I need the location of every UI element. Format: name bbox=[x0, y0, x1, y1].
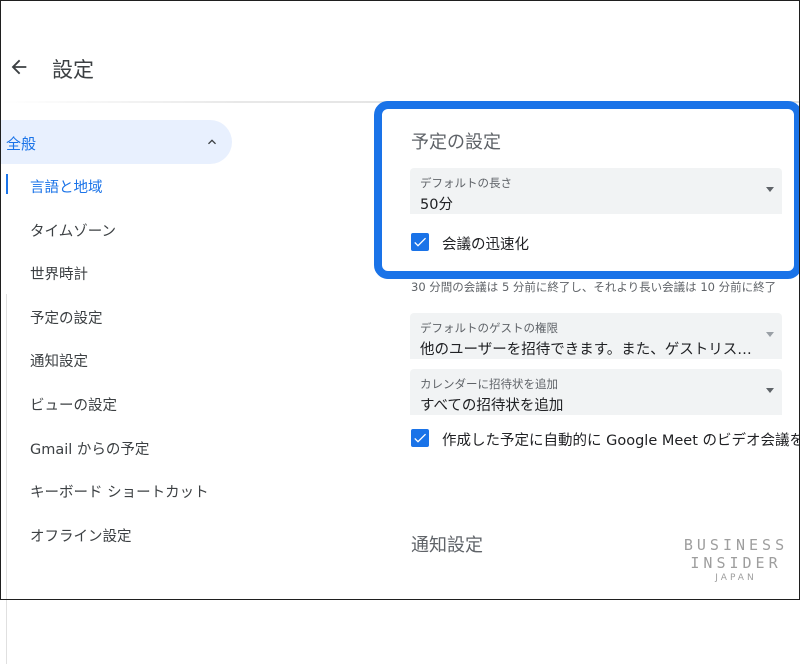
default-duration-label: デフォルトの長さ bbox=[420, 176, 512, 190]
sidebar-item-keyboard-shortcuts[interactable]: キーボード ショートカット bbox=[30, 481, 209, 502]
sidebar-item-offline[interactable]: オフライン設定 bbox=[30, 525, 132, 546]
guest-permissions-label: デフォルトのゲストの権限 bbox=[420, 321, 558, 335]
auto-meet-checkbox[interactable] bbox=[411, 429, 429, 447]
sidebar-item-event-settings[interactable]: 予定の設定 bbox=[30, 307, 103, 328]
check-icon bbox=[414, 433, 426, 443]
sidebar-item-gmail-events[interactable]: Gmail からの予定 bbox=[30, 438, 149, 459]
speedy-meetings-label: 会議の迅速化 bbox=[442, 237, 529, 253]
add-invitations-label: カレンダーに招待状を追加 bbox=[420, 377, 558, 391]
check-icon bbox=[414, 237, 426, 247]
sidebar-section-label: 全般 bbox=[6, 135, 37, 153]
dropdown-arrow-icon bbox=[766, 332, 774, 337]
speedy-meetings-helper: 30 分間の会議は 5 分前に終了し、それより長い会議は 10 分前に終了 bbox=[411, 280, 777, 294]
default-duration-value: 50分 bbox=[420, 197, 453, 213]
dropdown-arrow-icon bbox=[766, 187, 774, 192]
section-title-notifications: 通知設定 bbox=[411, 535, 483, 556]
sidebar-item-view-settings[interactable]: ビューの設定 bbox=[30, 394, 117, 415]
auto-meet-label: 作成した予定に自動的に Google Meet のビデオ会議を bbox=[442, 433, 800, 449]
sidebar-item-notifications[interactable]: 通知設定 bbox=[30, 350, 88, 371]
logo-line-3: JAPAN bbox=[715, 573, 757, 583]
sidebar-item-timezone[interactable]: タイムゾーン bbox=[30, 220, 116, 241]
page-title: 設定 bbox=[52, 58, 94, 82]
app-header: 設定 bbox=[0, 0, 800, 103]
back-button[interactable] bbox=[8, 56, 30, 78]
dropdown-arrow-icon bbox=[766, 388, 774, 393]
section-title-event-settings: 予定の設定 bbox=[411, 132, 501, 153]
add-invitations-value: すべての招待状を追加 bbox=[420, 398, 564, 414]
logo-line-1: BUSINESS bbox=[683, 536, 789, 554]
sidebar-item-world-clock[interactable]: 世界時計 bbox=[30, 263, 88, 284]
arrow-left-icon bbox=[11, 59, 27, 75]
chevron-up-icon bbox=[208, 139, 216, 145]
speedy-meetings-checkbox[interactable] bbox=[411, 233, 429, 251]
logo-line-2: INSIDER bbox=[690, 554, 782, 572]
default-duration-select[interactable]: デフォルトの長さ 50分 bbox=[410, 168, 782, 214]
sidebar-tree-line bbox=[6, 294, 7, 664]
guest-permissions-value: 他のユーザーを招待できます。また、ゲストリス… bbox=[420, 342, 752, 358]
add-invitations-select[interactable]: カレンダーに招待状を追加 すべての招待状を追加 bbox=[410, 369, 782, 415]
sidebar-active-indicator bbox=[6, 174, 8, 194]
business-insider-logo: BUSINESS INSIDER JAPAN bbox=[680, 536, 792, 588]
sidebar-item-language-region[interactable]: 言語と地域 bbox=[30, 176, 103, 197]
settings-sidebar: 全般 言語と地域 タイムゾーン 世界時計 予定の設定 通知設定 ビューの設定 G… bbox=[0, 118, 240, 664]
guest-permissions-select[interactable]: デフォルトのゲストの権限 他のユーザーを招待できます。また、ゲストリス… bbox=[410, 313, 782, 359]
sidebar-section-general[interactable]: 全般 bbox=[0, 120, 232, 164]
